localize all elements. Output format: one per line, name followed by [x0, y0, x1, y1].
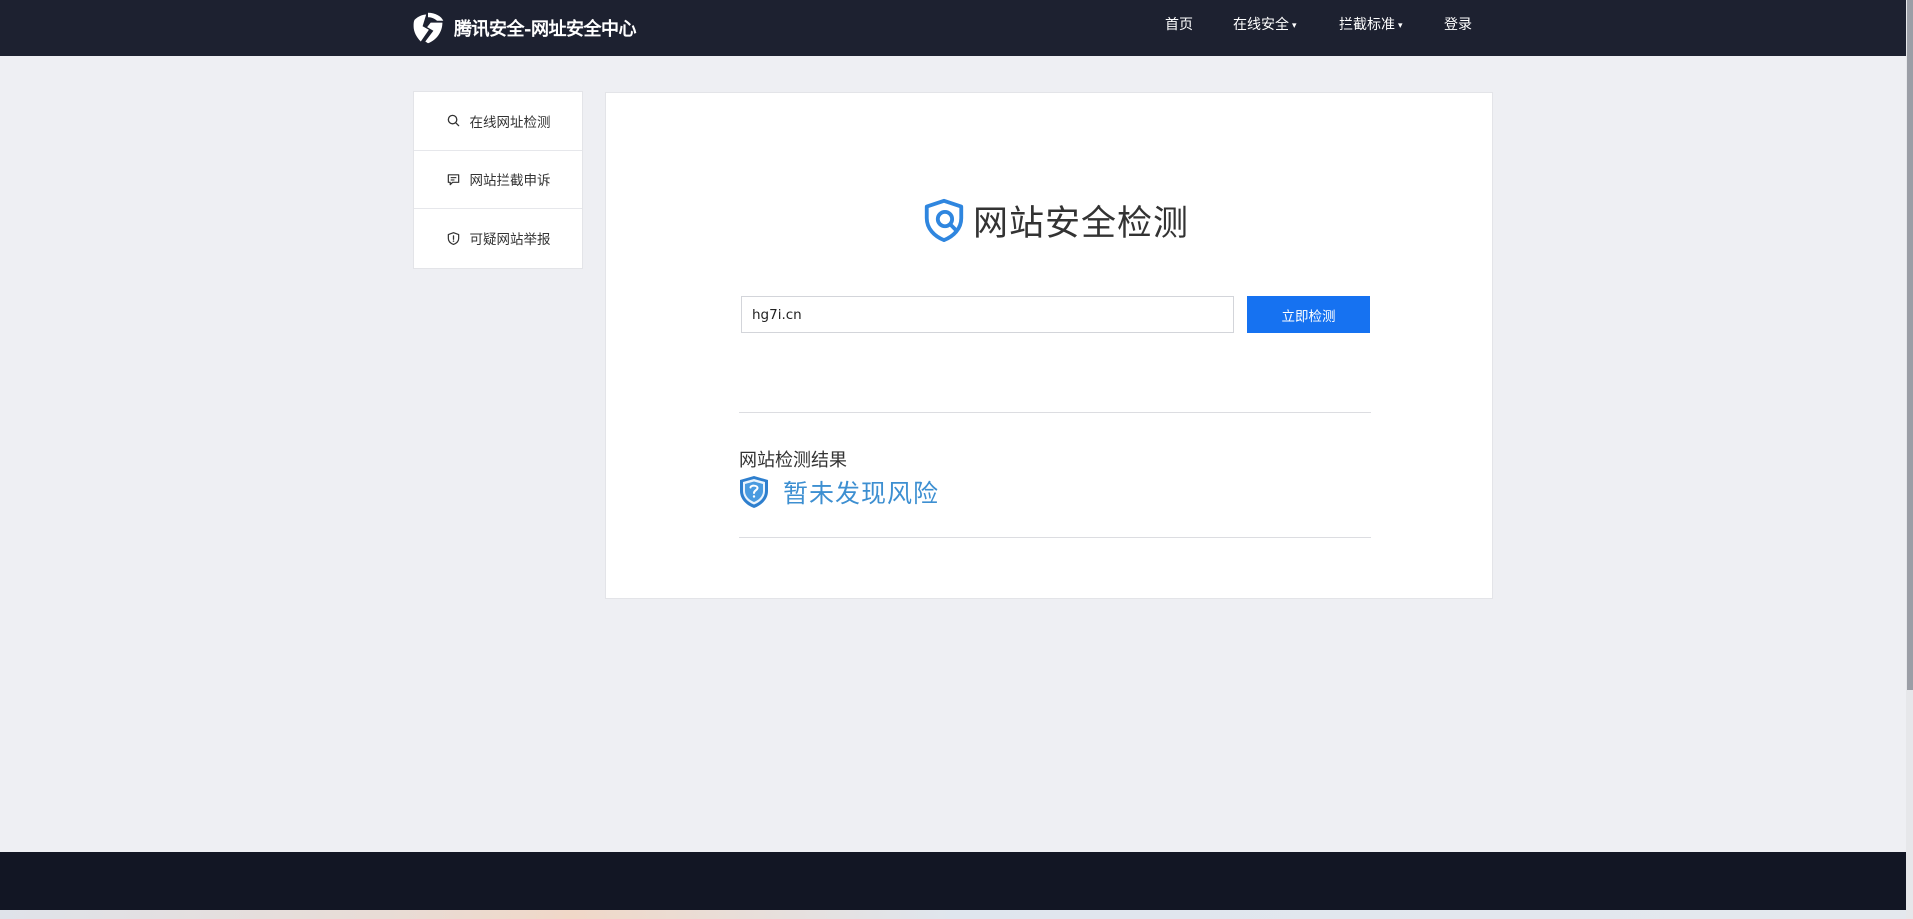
sidebar-item-report[interactable]: 可疑网站举报: [414, 209, 582, 268]
chevron-down-icon: ▾: [1398, 21, 1403, 31]
nav-block-standards[interactable]: 拦截标准 ▾: [1339, 0, 1403, 56]
page-title-text: 网站安全检测: [973, 203, 1190, 244]
shield-search-icon: [924, 198, 964, 243]
divider: [739, 412, 1371, 413]
brand-title: 腾讯安全-网址安全中心: [454, 19, 636, 40]
page-title: 网站安全检测: [921, 196, 1189, 244]
nav-online-security[interactable]: 在线安全 ▾: [1233, 0, 1297, 56]
divider: [739, 537, 1371, 538]
sidebar-item-appeal[interactable]: 网站拦截申诉: [414, 151, 582, 209]
tencent-security-logo-icon: [413, 12, 444, 44]
top-navbar: 腾讯安全-网址安全中心 首页 在线安全 ▾ 拦截标准 ▾ 登录: [0, 0, 1913, 56]
search-icon: [447, 114, 459, 127]
main-card: 网站安全检测 立即检测 网站检测结果 暂未发现风险: [605, 92, 1493, 599]
sidebar: 在线网址检测 网站拦截申诉 可疑网站举报: [413, 91, 583, 269]
check-now-button[interactable]: 立即检测: [1247, 296, 1370, 333]
sidebar-item-url-check[interactable]: 在线网址检测: [414, 92, 582, 151]
footer-banner-strip: [0, 910, 1906, 919]
nav-home[interactable]: 首页: [1165, 0, 1193, 56]
chat-icon: [447, 173, 459, 186]
result-status: 暂未发现风险: [739, 474, 939, 510]
sidebar-item-label: 可疑网站举报: [469, 232, 551, 249]
url-input[interactable]: [741, 296, 1234, 333]
sidebar-item-label: 网站拦截申诉: [469, 173, 551, 190]
brand[interactable]: 腾讯安全-网址安全中心: [410, 0, 636, 56]
result-label: 网站检测结果: [739, 450, 847, 471]
result-status-text: 暂未发现风险: [783, 479, 940, 508]
footer: [0, 852, 1906, 919]
scrollbar-thumb[interactable]: [1907, 0, 1913, 690]
shield-icon: [447, 231, 459, 245]
chevron-down-icon: ▾: [1292, 21, 1297, 31]
shield-question-icon: [740, 476, 768, 508]
sidebar-item-label: 在线网址检测: [469, 114, 551, 131]
nav-login[interactable]: 登录: [1444, 0, 1472, 56]
